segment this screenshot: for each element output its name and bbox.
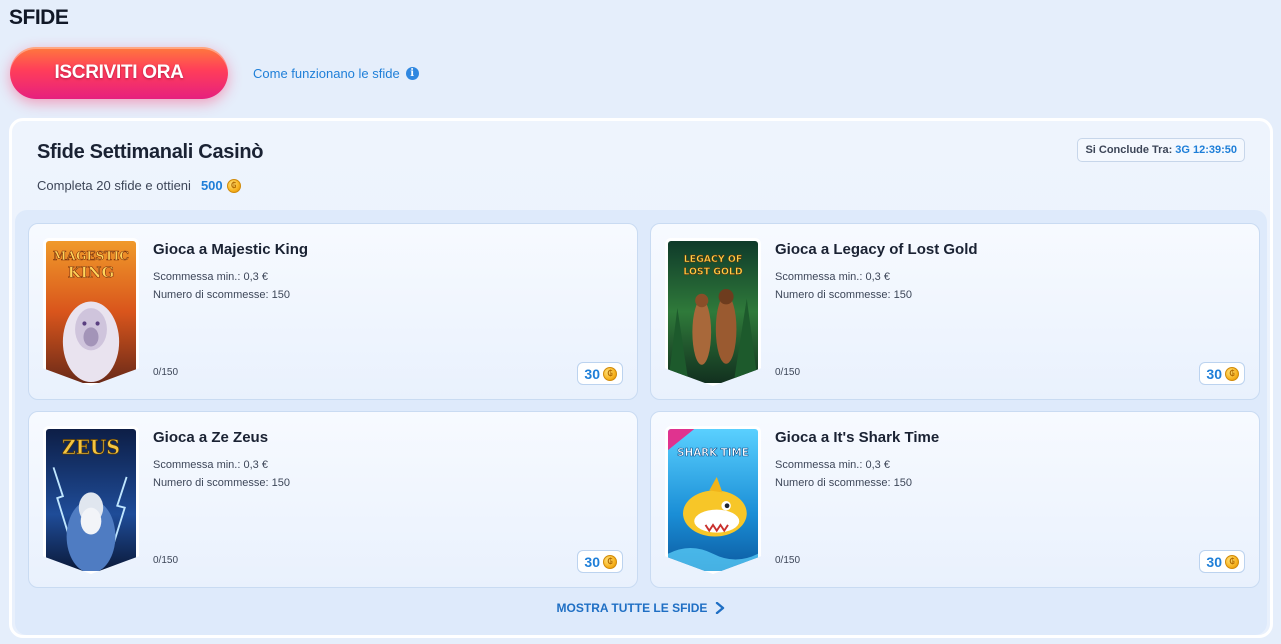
num-bets-text: Numero di scommesse: 150 bbox=[153, 289, 290, 301]
reward-value: 30 bbox=[1206, 553, 1222, 570]
coin-icon: ₲ bbox=[1225, 554, 1239, 569]
countdown-value: 3G 12:39:50 bbox=[1175, 144, 1237, 156]
info-icon: i bbox=[405, 67, 419, 80]
thumb-text-line-2: KING bbox=[68, 263, 115, 281]
game-thumbnail-its-shark-time: SHARK TIME bbox=[665, 426, 761, 574]
panel-title: Sfide Settimanali Casinò bbox=[37, 141, 264, 163]
challenge-card-ze-zeus[interactable]: ZEUS Gioca a Ze Zeus Scommessa min.: 0,3… bbox=[28, 411, 638, 588]
reward-value: 30 bbox=[584, 553, 600, 570]
thumb-text-line-1: LEGACY OF bbox=[684, 254, 743, 265]
num-bets-text: Numero di scommesse: 150 bbox=[153, 477, 290, 489]
challenge-card-its-shark-time[interactable]: SHARK TIME Gioca a It's Shark Time Scomm… bbox=[650, 411, 1260, 588]
game-thumbnail-legacy-of-lost-gold: LEGACY OF LOST GOLD bbox=[665, 238, 761, 386]
show-all-challenges-link[interactable]: MOSTRA TUTTE LE SFIDE bbox=[15, 601, 1267, 615]
reward-value: 30 bbox=[1206, 365, 1222, 382]
progress-text: 0/150 bbox=[153, 555, 179, 566]
cta-wrapper: ISCRIVITI ORA bbox=[10, 47, 228, 99]
countdown-label: Si Conclude Tra: bbox=[1085, 144, 1173, 156]
thumb-text-line-1: SHARK TIME bbox=[677, 447, 749, 459]
coin-icon: ₲ bbox=[603, 554, 617, 569]
thumb-text-line-1: MAGESTIC bbox=[53, 248, 129, 263]
panel-subtitle: Completa 20 sfide e ottieni 500 ₲ bbox=[37, 178, 241, 193]
challenge-card-majestic-king[interactable]: MAGESTIC KING Gioca a Majestic King Scom… bbox=[28, 223, 638, 400]
chevron-right-icon bbox=[716, 602, 725, 614]
progress-text: 0/150 bbox=[153, 367, 179, 378]
progress-text: 0/150 bbox=[775, 555, 801, 566]
show-all-label: MOSTRA TUTTE LE SFIDE bbox=[556, 601, 708, 615]
reward-pill: 30 ₲ bbox=[1199, 550, 1245, 573]
game-thumbnail-majestic-king: MAGESTIC KING bbox=[43, 238, 139, 386]
progress-text: 0/150 bbox=[775, 367, 801, 378]
countdown-badge: Si Conclude Tra: 3G 12:39:50 bbox=[1077, 138, 1245, 162]
challenge-title: Gioca a Ze Zeus bbox=[153, 429, 269, 446]
majestic-king-art: MAGESTIC KING bbox=[46, 241, 136, 383]
reward-pill: 30 ₲ bbox=[1199, 362, 1245, 385]
reward-value: 30 bbox=[584, 365, 600, 382]
ze-zeus-art: ZEUS bbox=[46, 429, 136, 571]
challenge-title: Gioca a Legacy of Lost Gold bbox=[775, 241, 978, 258]
challenge-grid: MAGESTIC KING Gioca a Majestic King Scom… bbox=[15, 210, 1267, 635]
reward-pill: 30 ₲ bbox=[577, 550, 623, 573]
coin-icon: ₲ bbox=[603, 366, 617, 381]
weekly-challenges-panel: Sfide Settimanali Casinò Completa 20 sfi… bbox=[9, 118, 1273, 638]
challenge-card-legacy-of-lost-gold[interactable]: LEGACY OF LOST GOLD Gioca a Legacy of Lo… bbox=[650, 223, 1260, 400]
min-bet-text: Scommessa min.: 0,3 € bbox=[775, 271, 890, 283]
min-bet-text: Scommessa min.: 0,3 € bbox=[153, 271, 268, 283]
coin-icon: ₲ bbox=[1225, 366, 1239, 381]
page-title: SFIDE bbox=[9, 6, 69, 29]
its-shark-time-art: SHARK TIME bbox=[668, 429, 758, 571]
coin-icon: ₲ bbox=[226, 178, 241, 193]
num-bets-text: Numero di scommesse: 150 bbox=[775, 477, 912, 489]
reward-pill: 30 ₲ bbox=[577, 362, 623, 385]
how-challenges-work-link[interactable]: Come funzionano le sfide i bbox=[253, 66, 419, 81]
legacy-of-lost-gold-art: LEGACY OF LOST GOLD bbox=[668, 241, 758, 383]
panel-subtitle-text: Completa 20 sfide e ottieni bbox=[37, 178, 191, 193]
challenge-title: Gioca a Majestic King bbox=[153, 241, 309, 258]
thumb-text-line-2: LOST GOLD bbox=[683, 266, 742, 277]
signup-now-button[interactable]: ISCRIVITI ORA bbox=[10, 47, 228, 99]
total-reward-value: 500 bbox=[200, 178, 223, 193]
thumb-text-line-1: ZEUS bbox=[62, 437, 120, 459]
game-thumbnail-ze-zeus: ZEUS bbox=[43, 426, 139, 574]
min-bet-text: Scommessa min.: 0,3 € bbox=[775, 459, 890, 471]
num-bets-text: Numero di scommesse: 150 bbox=[775, 289, 912, 301]
challenge-title: Gioca a It's Shark Time bbox=[775, 429, 940, 446]
min-bet-text: Scommessa min.: 0,3 € bbox=[153, 459, 268, 471]
how-link-label: Come funzionano le sfide bbox=[253, 66, 400, 81]
